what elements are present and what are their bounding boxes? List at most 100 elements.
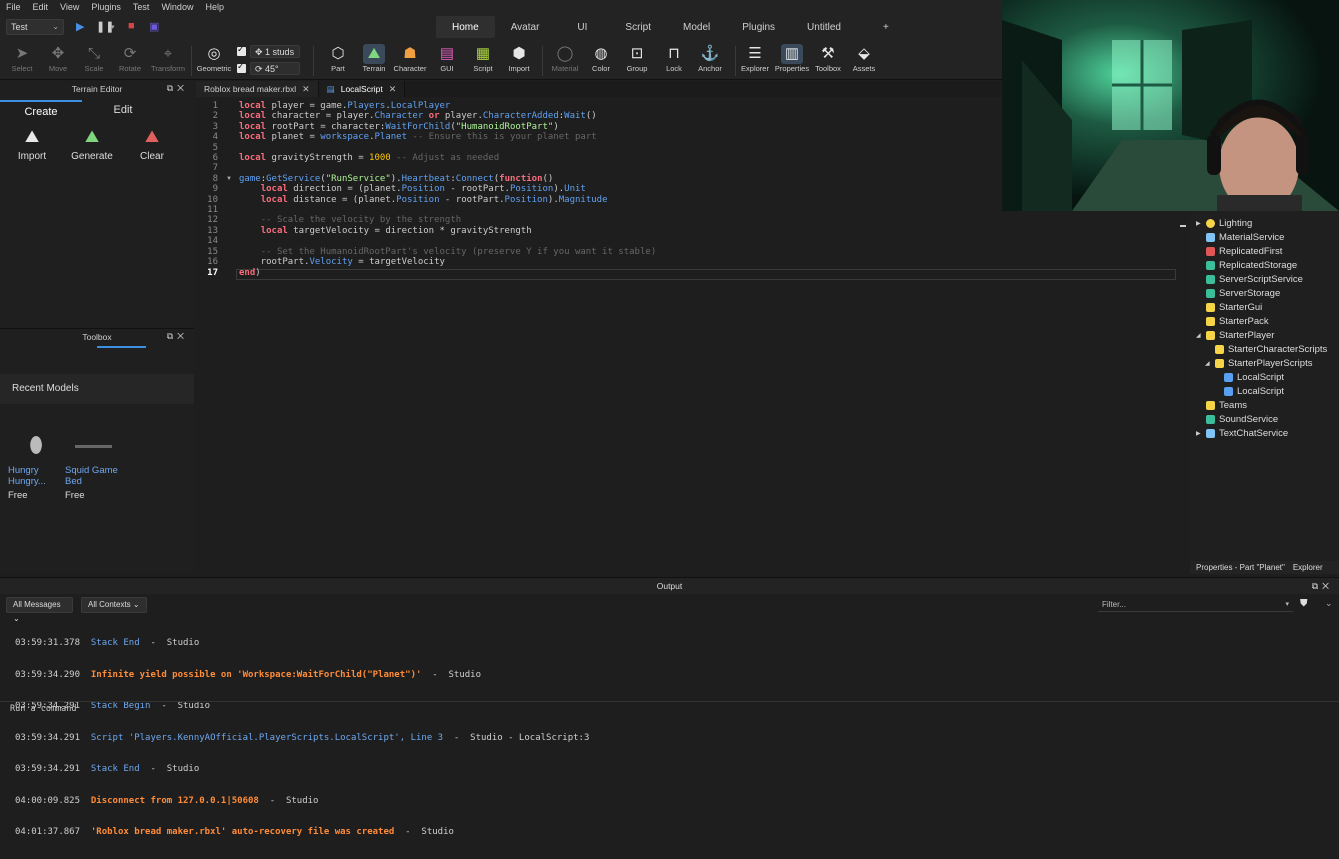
team-test-icon[interactable]: ▣ (149, 20, 159, 33)
anchor-button[interactable]: ⚓ Anchor (690, 44, 730, 73)
move-snap-field[interactable]: ✥ 1 studs (250, 45, 300, 58)
material-icon: ◯ (556, 45, 574, 62)
tree-item-starterpack[interactable]: StarterPack (1196, 314, 1269, 328)
tree-item-materialservice[interactable]: MaterialService (1196, 230, 1284, 244)
tab-edit[interactable]: Edit (82, 100, 164, 120)
chevron-down-icon[interactable]: ⌄ (1325, 598, 1333, 609)
character-button[interactable]: ☗ Character (390, 44, 430, 73)
tree-item-textchatservice[interactable]: ▶ TextChatService (1196, 426, 1288, 440)
rotate-snap-field[interactable]: ⟳ 45° (250, 62, 300, 75)
terrain-button[interactable]: ⛰ Terrain (354, 44, 394, 73)
import-button[interactable]: ⬢ Import (499, 44, 539, 73)
tab-place-file[interactable]: Roblox bread maker.rbxl ✕ (196, 81, 319, 97)
transform-tool[interactable]: ⌖ Transform (148, 44, 188, 73)
tab-explorer[interactable]: Explorer (1293, 563, 1323, 572)
model-card[interactable]: ⬮ Hungry Hungry... Free (8, 425, 64, 501)
context-filter-dropdown[interactable]: All Contexts ⌄ (81, 597, 147, 613)
tab-avatar[interactable]: Avatar (495, 16, 556, 38)
rotate-snap[interactable]: ⟳ 45° (237, 61, 300, 75)
material-service-icon (1206, 232, 1215, 242)
tree-item-serverstorage[interactable]: ServerStorage (1196, 286, 1280, 300)
explorer-button[interactable]: ☰ Explorer (735, 44, 775, 73)
panel-controls[interactable]: ⧉✕ (1312, 578, 1333, 594)
stop-icon[interactable]: ■ (128, 20, 135, 32)
tab-home[interactable]: Home (436, 16, 495, 38)
collapse-arrow-icon[interactable]: ◢ (1205, 360, 1211, 367)
add-tab-button[interactable]: + (857, 16, 915, 38)
model-card[interactable]: ▬▬▬▬ Squid Game Bed Free (65, 425, 121, 502)
tree-item-startergui[interactable]: StarterGui (1196, 300, 1262, 314)
color-button[interactable]: ◍ Color (581, 44, 621, 73)
chevron-down-icon[interactable]: ▾ (111, 23, 115, 31)
panel-controls[interactable]: ⧉✕ (167, 331, 188, 342)
geometric-toggle[interactable]: ◎ Geometric (194, 44, 234, 73)
tab-plugins[interactable]: Plugins (726, 16, 791, 38)
tab-properties[interactable]: Properties - Part "Planet" (1196, 563, 1285, 572)
scrollbar-thumb[interactable] (1180, 225, 1186, 227)
select-tool[interactable]: ➤ Select (2, 44, 42, 73)
move-tool[interactable]: ✥ Move (38, 44, 78, 73)
replicated-storage-icon (1206, 260, 1215, 270)
tree-item-replicatedstorage[interactable]: ReplicatedStorage (1196, 258, 1297, 272)
menu-edit[interactable]: Edit (33, 2, 49, 12)
move-snap[interactable]: ✥ 1 studs (237, 44, 300, 58)
tab-create[interactable]: Create (0, 100, 82, 120)
output-panel: Output ⧉✕ All Messages ⌄ All Contexts ⌄ … (0, 577, 1339, 837)
tab-script[interactable]: Script (609, 16, 667, 38)
menu-test[interactable]: Test (133, 2, 150, 12)
tree-item-localscript[interactable]: LocalScript (1214, 384, 1284, 398)
chevron-down-icon[interactable]: ▾ (1285, 598, 1289, 612)
clear-terrain-button[interactable]: ⛰ Clear (122, 123, 182, 162)
teams-icon (1206, 400, 1215, 410)
tab-untitled[interactable]: Untitled (791, 16, 857, 38)
group-button[interactable]: ⊡ Group (617, 44, 657, 73)
lock-button[interactable]: ⊓ Lock (654, 44, 694, 73)
properties-button[interactable]: ▥ Properties (772, 44, 812, 73)
tree-item-startercharacterscripts[interactable]: StarterCharacterScripts (1205, 342, 1327, 356)
rotate-tool[interactable]: ⟳ Rotate (110, 44, 150, 73)
assets-button[interactable]: ⬙ Assets (844, 44, 884, 73)
menu-file[interactable]: File (6, 2, 21, 12)
tree-item-lighting[interactable]: ▶ Lighting (1196, 216, 1252, 230)
tree-item-teams[interactable]: Teams (1196, 398, 1247, 412)
clear-output-icon[interactable]: ⛊ (1300, 598, 1308, 609)
expand-arrow-icon[interactable]: ▶ (1196, 220, 1202, 227)
code-content[interactable]: local player = game.Players.LocalPlayer l… (239, 101, 656, 278)
filter-input[interactable]: Filter... ▾ (1098, 598, 1293, 612)
tree-item-starterplayer[interactable]: ◢ StarterPlayer (1196, 328, 1274, 342)
tree-item-starterplayerscripts[interactable]: ◢ StarterPlayerScripts (1205, 356, 1312, 370)
close-icon[interactable]: ✕ (389, 84, 397, 95)
tree-item-serverscriptservice[interactable]: ServerScriptService (1196, 272, 1303, 286)
tab-ui[interactable]: UI (555, 16, 609, 38)
menu-help[interactable]: Help (205, 2, 224, 12)
panel-controls[interactable]: ⧉✕ (167, 83, 188, 94)
tree-item-replicatedfirst[interactable]: ReplicatedFirst (1196, 244, 1282, 258)
generate-terrain-button[interactable]: ⛰ Generate (62, 123, 122, 162)
import-terrain-button[interactable]: ⛰ Import (2, 123, 62, 162)
menu-view[interactable]: View (60, 2, 79, 12)
fold-arrow-icon[interactable]: ▼ (226, 176, 232, 182)
rotate-snap-checkbox[interactable] (237, 61, 246, 73)
tab-model[interactable]: Model (667, 16, 726, 38)
command-bar[interactable]: Run a command (0, 701, 1339, 716)
scale-tool[interactable]: ⤡ Scale (74, 44, 114, 73)
script-button[interactable]: ▦ Script (463, 44, 503, 73)
menu-plugins[interactable]: Plugins (91, 2, 121, 12)
part-button[interactable]: ⬡ Part (318, 44, 358, 73)
tree-item-soundservice[interactable]: SoundService (1196, 412, 1278, 426)
play-icon[interactable]: ▶ (76, 20, 84, 33)
palette-icon: ◍ (594, 45, 608, 62)
menu-window[interactable]: Window (161, 2, 193, 12)
mode-dropdown[interactable]: Test ⌄ (6, 19, 64, 35)
gui-button[interactable]: ▤ GUI (427, 44, 467, 73)
close-icon[interactable]: ✕ (302, 84, 310, 95)
toolbox-button[interactable]: ⚒ Toolbox (808, 44, 848, 73)
tab-localscript[interactable]: ▤ LocalScript ✕ (318, 81, 406, 97)
tree-item-localscript[interactable]: LocalScript (1214, 370, 1284, 384)
log-line: 03:59:34.291 Stack End - Studio (15, 764, 200, 774)
message-filter-dropdown[interactable]: All Messages ⌄ (6, 597, 73, 623)
collapse-arrow-icon[interactable]: ◢ (1196, 332, 1202, 339)
move-snap-checkbox[interactable] (237, 44, 246, 56)
material-button[interactable]: ◯ Material (545, 44, 585, 73)
expand-arrow-icon[interactable]: ▶ (1196, 430, 1202, 437)
